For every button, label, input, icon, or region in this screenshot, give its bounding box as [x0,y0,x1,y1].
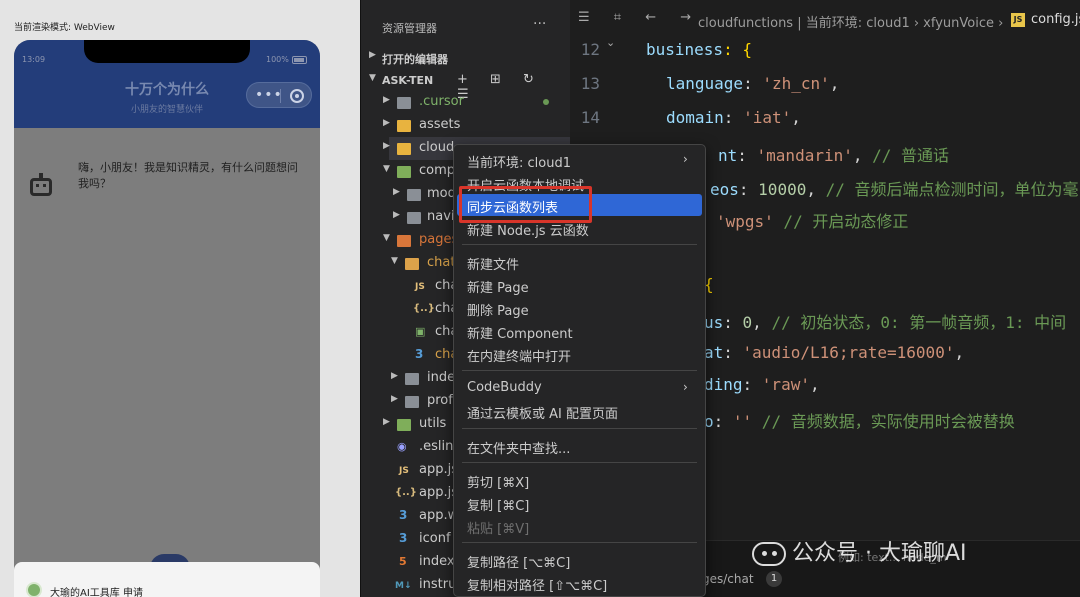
menu-item-cut[interactable]: 剪切 [⌘X] [457,469,702,491]
mini-program-nav-bar: 13:09 100% 十万个为什么 小朋友的智慧伙伴 ••• [14,40,320,128]
code-line: o: '' // 音频数据，实际使用时会被替换 [704,412,1015,431]
tree-item-cursor[interactable]: ▶ .cursor [361,92,570,115]
wxml-file-icon: ▣ [415,325,426,338]
menu-divider [462,542,697,543]
chevron-right-icon: › [683,380,688,394]
menu-divider [462,428,697,429]
menu-item-ai-config-page[interactable]: 通过云模板或 AI 配置页面 [457,400,702,422]
menu-item-find-in-folder[interactable]: 在文件夹中查找... [457,435,702,457]
open-editors-section[interactable]: ▶ 打开的编辑器 [361,47,570,70]
folder-open-icon [397,166,411,178]
eslint-file-icon: ◉ [397,440,407,453]
code-line: at: 'audio/L16;rate=16000', [704,343,965,362]
menu-item-paste: 粘贴 [⌘V] [467,522,530,537]
markdown-file-icon: M↓ [395,581,412,591]
folder-icon [405,396,419,408]
css-file-icon: 3 [399,508,408,522]
terminal-badge: 1 [766,571,782,587]
chevron-down-icon: ▼ [369,73,376,83]
code-line: business: { [646,40,752,59]
cloud-folder-icon [397,143,411,155]
close-target-icon[interactable] [290,89,304,103]
status-battery: 100% [266,55,289,64]
chevron-right-icon: › [683,152,688,166]
menu-item-delete-page[interactable]: 删除 Page [457,297,702,319]
folder-open-icon [397,235,411,247]
wechat-icon [752,542,786,566]
menu-item-new-file[interactable]: 新建文件 [457,251,702,273]
more-dots-icon[interactable]: ••• [255,86,283,104]
phone-frame: 13:09 100% 十万个为什么 小朋友的智慧伙伴 ••• 嗨，小朋友！我是知… [14,40,320,597]
avatar [26,582,42,597]
capsule-divider [280,89,281,103]
css-file-icon: 3 [415,347,424,361]
bot-message: 嗨，小朋友！我是知识精灵，有什么问题想问我吗？ [78,161,298,190]
code-line: us: 0, // 初始状态，0: 第一帧音频，1: 中间 [704,313,1067,332]
phone-notch [84,40,250,63]
explorer-title: 资源管理器 [382,22,437,35]
annotation-highlight-box [459,186,592,223]
code-line: eos: 10000, // 音频后端点检测时间，单位为毫 [710,180,1079,199]
menu-item-new-page[interactable]: 新建 Page [457,274,702,296]
code-line: nt: 'mandarin', // 普通话 [718,146,950,165]
chevron-right-icon: ▶ [369,50,376,60]
menu-item-copy[interactable]: 复制 [⌘C] [457,492,702,514]
render-mode-label: 当前渲染模式: WebView [14,23,115,33]
tree-item-assets[interactable]: ▶ assets [361,115,570,138]
share-card[interactable]: 大瑜的AI工具库 申请 [14,562,320,597]
code-line: domain: 'iat', [666,108,801,127]
css-file-icon: 3 [399,531,408,545]
folder-icon [407,189,421,201]
menu-divider [462,370,697,371]
menu-item-current-env[interactable]: 当前环境: cloud1 › [457,149,702,171]
json-file-icon: {..} [395,487,417,498]
menu-item-new-component[interactable]: 新建 Component [457,320,702,342]
editor-nav-icons[interactable]: ☰ ⌗ ← → [578,10,701,25]
git-status-dot [543,99,549,105]
terminal-tab[interactable]: ges/chat [702,572,754,586]
battery-icon [292,56,307,64]
folder-open-icon [405,258,419,270]
folder-icon [397,120,411,132]
html-file-icon: 5 [399,555,407,568]
folder-icon [397,97,411,109]
capsule-menu[interactable]: ••• [246,82,312,108]
status-time: 13:09 [22,55,46,64]
folder-icon [405,373,419,385]
simulator-panel: 当前渲染模式: WebView 13:09 100% 十万个为什么 小朋友的智慧… [0,0,360,597]
menu-item-open-terminal[interactable]: 在内建终端中打开 [457,343,702,365]
more-actions-icon[interactable]: ··· [533,16,546,32]
menu-divider [462,244,697,245]
folder-icon [397,419,411,431]
line-number: 12 [580,40,600,59]
robot-avatar-icon [30,173,52,196]
breadcrumb-path[interactable]: cloudfunctions | 当前环境: cloud1 › xfyunVoi… [698,12,1003,31]
code-line: language: 'zh_cn', [666,74,840,93]
menu-item-copy-relative-path[interactable]: 复制相对路径 [⇧⌥⌘C] [457,572,702,594]
code-line: 'wpgs' // 开启动态修正 [716,212,909,231]
line-number: 13 [580,74,600,93]
code-line: ding: 'raw', [704,375,820,394]
share-card-text: 大瑜的AI工具库 申请 [50,588,143,597]
json-file-icon: {..} [413,303,435,314]
line-number: 14 [580,108,600,127]
fold-chevron-icon[interactable]: ⌄ [606,36,615,49]
js-file-icon: JS [415,282,425,292]
js-file-icon: JS [1011,13,1025,27]
menu-item-codebuddy[interactable]: CodeBuddy › [457,377,702,399]
js-file-icon: JS [399,466,409,476]
folder-icon [407,212,421,224]
menu-divider [462,462,697,463]
menu-item-copy-path[interactable]: 复制路径 [⌥⌘C] [457,549,702,571]
watermark: 公众号 · 大瑜聊AI [752,535,967,567]
breadcrumb-file[interactable]: config.js [1031,12,1080,27]
breadcrumb: ☰ ⌗ ← → cloudfunctions | 当前环境: cloud1 › … [570,10,1080,32]
